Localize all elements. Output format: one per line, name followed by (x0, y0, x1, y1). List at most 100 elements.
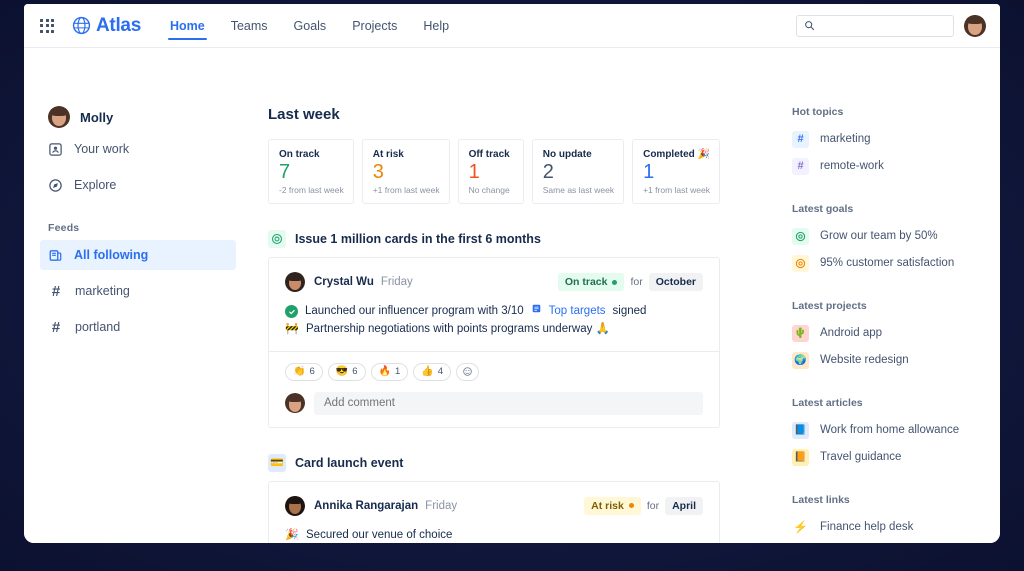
party-popper-icon: 🎉 (285, 529, 299, 541)
nav-link-home[interactable]: Home (157, 4, 218, 48)
stats-row: On track 7 -2 from last week At risk 3 +… (268, 139, 720, 204)
stat-card-at-risk[interactable]: At risk 3 +1 from last week (361, 139, 450, 204)
status-group: At risk for April (584, 496, 703, 515)
stat-card-on-track[interactable]: On track 7 -2 from last week (268, 139, 354, 204)
section-latest-projects: Latest projects 🌵 Android app 🌍 Website … (792, 300, 982, 373)
sidebar-item-portland[interactable]: # portland (40, 312, 236, 342)
sidebar-item-explore[interactable]: Explore (40, 170, 236, 200)
right-item-work-from-home[interactable]: 📘 Work from home allowance (792, 417, 982, 443)
reaction-clap[interactable]: 👏 6 (285, 362, 323, 381)
bullet-link[interactable]: Top targets (549, 303, 606, 321)
stat-card-no-update[interactable]: No update 2 Same as last week (531, 139, 625, 204)
sidebar-item-label: Explore (74, 178, 117, 192)
bullet-text-post: signed (612, 305, 647, 317)
desktop-background: Atlas Home Teams Goals Projects Help Mol… (0, 0, 1024, 571)
status-dot-icon (628, 503, 634, 509)
reaction-fire[interactable]: 🔥 1 (370, 362, 409, 381)
stat-label: Completed 🎉 (643, 149, 710, 160)
hash-icon: # (51, 282, 61, 300)
right-item-customer-satisfaction[interactable]: 95% customer satisfaction (792, 250, 982, 276)
right-item-label: Work from home allowance (820, 424, 960, 436)
atlas-globe-logo (72, 16, 91, 35)
browser-window: Atlas Home Teams Goals Projects Help Mol… (24, 4, 1000, 543)
right-item-website-redesign[interactable]: 🌍 Website redesign (792, 347, 982, 373)
right-item-grow-team[interactable]: Grow our team by 50% (792, 223, 982, 249)
right-item-label: remote-work (820, 160, 884, 172)
sidebar-user[interactable]: Molly (40, 106, 268, 128)
update-author[interactable]: Crystal Wu (314, 276, 374, 288)
right-item-android-app[interactable]: 🌵 Android app (792, 320, 982, 346)
feed-item-title[interactable]: Card launch event (295, 456, 403, 470)
stat-value: 3 (372, 161, 384, 183)
period-badge[interactable]: April (665, 496, 703, 515)
nav-link-projects[interactable]: Projects (339, 4, 410, 48)
sidebar-item-your-work[interactable]: Your work (40, 134, 236, 164)
sidebar-item-label: marketing (75, 284, 130, 298)
feed-item-project: 💳 Card launch event Annika Rangarajan Fr… (268, 453, 720, 543)
cactus-icon: 🌵 (792, 324, 809, 342)
section-label: Hot topics (792, 106, 844, 118)
update-bullets: 🎉 Secured our venue of choice Creative f… (285, 527, 703, 543)
sidebar-item-label: Your work (74, 142, 130, 156)
for-word: for (630, 276, 643, 288)
right-item-travel-guidance[interactable]: 📙 Travel guidance (792, 444, 982, 470)
period-badge[interactable]: October (648, 273, 703, 291)
update-bullets: Launched our influencer program with 3/1… (285, 303, 703, 339)
main-content: Last week On track 7 -2 from last week A… (268, 48, 784, 543)
right-item-label: marketing (820, 133, 871, 145)
brand-logo-link[interactable]: Atlas (72, 15, 141, 37)
update-card: Annika Rangarajan Friday At risk for Apr… (268, 480, 720, 543)
right-item-hardware-support[interactable]: Hardware support (792, 541, 982, 543)
right-item-label: 95% customer satisfaction (820, 257, 955, 269)
author-avatar (285, 272, 305, 292)
search-box[interactable] (796, 14, 954, 37)
feed-item-title[interactable]: Issue 1 million cards in the first 6 mon… (295, 232, 541, 246)
right-item-finance-help-desk[interactable]: ⚡ Finance help desk (792, 514, 982, 540)
feed-item-header: 💳 Card launch event (268, 453, 720, 472)
nav-link-help[interactable]: Help (410, 4, 462, 48)
stat-sub: +1 from last week (643, 185, 710, 195)
nav-links: Home Teams Goals Projects Help (157, 4, 462, 48)
update-time: Friday (380, 276, 413, 288)
profile-avatar[interactable] (964, 14, 986, 37)
sidebar-item-marketing[interactable]: # marketing (40, 276, 236, 306)
status-badge[interactable]: At risk (584, 496, 641, 515)
stat-label: No update (542, 149, 592, 160)
grid-apps-icon[interactable] (32, 11, 62, 41)
top-navigation-bar: Atlas Home Teams Goals Projects Help (24, 4, 1000, 48)
your-work-icon (49, 142, 62, 156)
current-user-avatar (285, 393, 305, 414)
compass-icon (49, 178, 62, 192)
section-hot-topics: Hot topics # marketing # remote-work (792, 106, 982, 179)
nav-link-goals[interactable]: Goals (281, 4, 340, 48)
sidebar-item-all-following[interactable]: All following (40, 240, 236, 270)
right-item-remote-work[interactable]: # remote-work (792, 153, 982, 179)
add-comment-input[interactable] (314, 391, 703, 415)
right-item-marketing[interactable]: # marketing (792, 126, 982, 152)
goal-target-icon (792, 254, 809, 272)
stat-card-completed[interactable]: Completed 🎉 1 +1 from last week (632, 139, 720, 204)
stat-card-off-track[interactable]: Off track 1 No change (457, 139, 524, 204)
user-avatar (48, 106, 70, 128)
add-reaction-button[interactable] (456, 362, 479, 381)
status-group: On track for October (557, 273, 703, 291)
orange-book-icon: 📙 (792, 448, 809, 466)
reactions-row: 👏 6 😎 6 🔥 1 👍 4 (285, 362, 703, 381)
lightning-bolt-icon: ⚡ (792, 518, 809, 536)
goal-target-icon (792, 227, 809, 245)
reaction-count: 6 (352, 366, 358, 378)
status-dot-icon (612, 279, 618, 285)
update-header: Annika Rangarajan Friday At risk for Apr… (285, 495, 703, 516)
nav-link-teams[interactable]: Teams (218, 4, 281, 48)
reaction-thumbs-up[interactable]: 👍 4 (413, 362, 451, 381)
status-badge[interactable]: On track (557, 273, 625, 291)
add-reaction-icon (463, 367, 472, 376)
page-body: Molly Your work Explore Feeds All follow… (24, 48, 1000, 543)
search-input[interactable] (820, 19, 946, 32)
section-latest-goals: Latest goals Grow our team by 50% 95% cu… (792, 203, 982, 276)
update-author[interactable]: Annika Rangarajan (314, 500, 418, 512)
reaction-sunglasses[interactable]: 😎 6 (327, 362, 366, 381)
card-footer: 👏 6 😎 6 🔥 1 👍 4 Add comment (269, 350, 719, 427)
sidebar-item-label: All following (74, 248, 149, 262)
stat-value: 7 (279, 161, 291, 183)
